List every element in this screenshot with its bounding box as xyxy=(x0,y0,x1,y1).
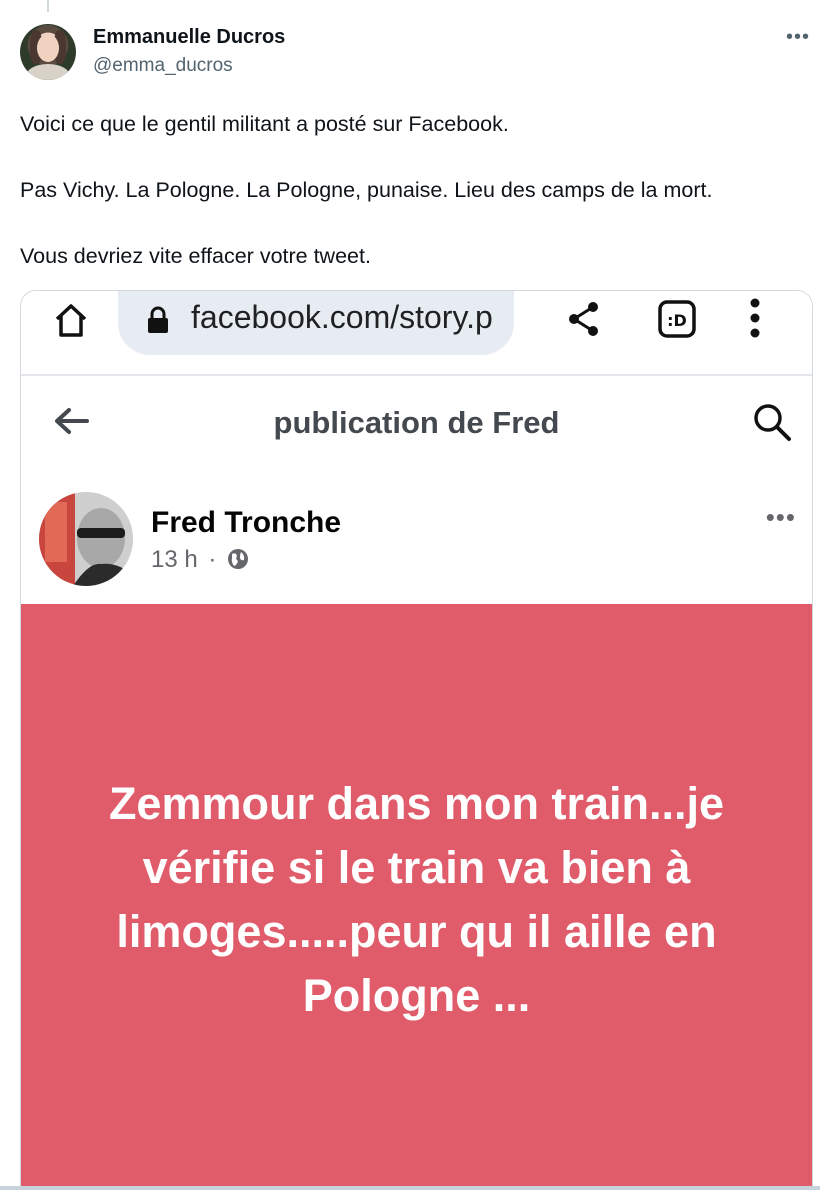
post-author-name[interactable]: Fred Tronche xyxy=(151,506,341,540)
tweet-line-1: Voici ce que le gentil militant a posté … xyxy=(20,112,509,136)
avatar-face xyxy=(37,34,59,62)
author-handle[interactable]: @emma_ducros xyxy=(93,55,233,77)
status-line-1: Zemmour dans mon train...je xyxy=(108,778,725,829)
share-icon[interactable] xyxy=(565,299,603,339)
status-line-4: Pologne ... xyxy=(302,970,531,1021)
globe-icon xyxy=(228,549,249,569)
tweet-line-3: Vous devriez vite effacer votre tweet. xyxy=(20,244,371,268)
author-name[interactable]: Emmanuelle Ducros xyxy=(93,26,285,49)
status-background-card: Zemmour dans mon train...je vérifie si l… xyxy=(21,604,812,1190)
thread-line xyxy=(47,0,49,12)
avatar-shoulders xyxy=(26,64,70,80)
tweet-page: Emmanuelle Ducros @emma_ducros ••• Voici… xyxy=(0,0,820,1190)
post-time[interactable]: 13 h xyxy=(151,546,198,573)
meta-separator: · xyxy=(208,546,217,573)
attached-screenshot[interactable]: facebook.com/story.p :D publication de F… xyxy=(20,290,813,1190)
status-line-3: limoges.....peur qu il aille en xyxy=(116,906,717,957)
facebook-page-title: publication de Fred xyxy=(273,405,560,440)
bottom-edge xyxy=(0,1186,820,1190)
status-text: Zemmour dans mon train...je vérifie si l… xyxy=(41,772,792,1028)
author-avatar[interactable] xyxy=(20,24,76,80)
search-icon[interactable] xyxy=(752,402,792,442)
facebook-header: publication de Fred xyxy=(21,374,812,474)
svg-text::D: :D xyxy=(667,311,687,330)
browser-toolbar: facebook.com/story.p :D xyxy=(21,291,812,373)
kebab-menu-icon[interactable] xyxy=(747,297,763,341)
post-options-icon[interactable]: ••• xyxy=(766,502,796,533)
post-header: Fred Tronche 13 h · ••• xyxy=(21,472,812,604)
lock-icon xyxy=(148,306,168,333)
avatar-photo xyxy=(39,492,133,586)
home-icon[interactable] xyxy=(51,301,91,341)
more-horizontal-icon[interactable]: ••• xyxy=(786,26,810,49)
tweet-text: Voici ce que le gentil militant a posté … xyxy=(20,108,800,306)
post-meta: 13 h · xyxy=(151,546,249,574)
reader-mode-icon[interactable]: :D xyxy=(657,299,697,339)
status-line-2: vérifie si le train va bien à xyxy=(142,842,691,893)
tweet-line-2: Pas Vichy. La Pologne. La Pologne, punai… xyxy=(20,178,713,202)
fred-avatar[interactable] xyxy=(39,492,133,586)
url-text[interactable]: facebook.com/story.p xyxy=(191,299,507,339)
